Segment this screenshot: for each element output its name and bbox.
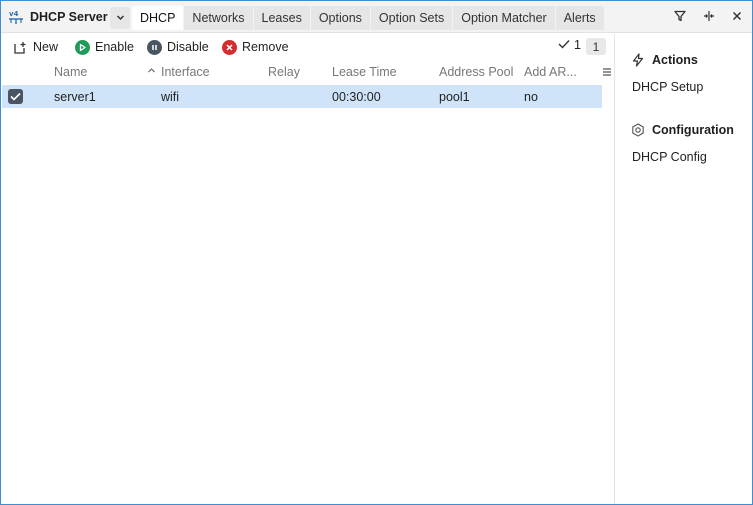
cell-name: server1 <box>54 90 96 104</box>
tab-option-matcher[interactable]: Option Matcher <box>453 6 555 30</box>
configuration-heading: Configuration <box>630 122 734 138</box>
check-icon <box>558 38 570 52</box>
new-button[interactable]: New <box>13 38 58 56</box>
actions-heading: Actions <box>630 52 698 68</box>
column-header-relay[interactable]: Relay <box>268 65 300 79</box>
cell-add-arp: no <box>524 90 538 104</box>
tab-bar: DHCP Networks Leases Options Option Sets… <box>132 6 605 30</box>
tab-alerts[interactable]: Alerts <box>555 6 604 30</box>
cell-interface: wifi <box>161 90 180 104</box>
svg-text:v4: v4 <box>9 10 19 18</box>
column-header-lease-time[interactable]: Lease Time <box>332 65 397 79</box>
selected-count-value: 1 <box>574 38 581 52</box>
column-header-interface[interactable]: Interface <box>161 65 210 79</box>
lightning-icon <box>630 52 646 68</box>
collapse-button[interactable] <box>701 9 717 25</box>
window-menu-dropdown[interactable] <box>110 7 130 29</box>
dhcp-app-icon: v4 <box>8 9 24 25</box>
collapse-icon <box>703 10 715 25</box>
enable-button[interactable]: Enable <box>75 38 134 56</box>
dhcp-setup-link[interactable]: DHCP Setup <box>632 80 703 94</box>
checkmark-icon <box>10 90 21 104</box>
chevron-down-icon <box>116 11 125 25</box>
table-row[interactable]: server1 wifi 00:30:00 pool1 no <box>2 85 602 108</box>
remove-icon <box>222 39 237 55</box>
new-icon <box>13 40 28 55</box>
tab-dhcp[interactable]: DHCP <box>132 6 184 30</box>
close-icon <box>732 10 742 24</box>
column-header-address-pool[interactable]: Address Pool <box>439 65 513 79</box>
close-button[interactable] <box>729 9 745 25</box>
enable-label: Enable <box>95 40 134 54</box>
filter-icon <box>674 10 686 25</box>
tab-option-sets[interactable]: Option Sets <box>370 6 453 30</box>
filter-button[interactable] <box>672 9 688 25</box>
settings-icon <box>630 122 646 138</box>
remove-button[interactable]: Remove <box>222 38 289 56</box>
cell-address-pool: pool1 <box>439 90 470 104</box>
cell-lease-time: 00:30:00 <box>332 90 381 104</box>
column-header-name[interactable]: Name <box>54 65 87 79</box>
disable-label: Disable <box>167 40 209 54</box>
selected-count: 1 <box>558 38 581 52</box>
new-label: New <box>33 40 59 54</box>
tab-networks[interactable]: Networks <box>184 6 253 30</box>
configuration-title: Configuration <box>652 123 734 137</box>
play-icon <box>75 39 90 55</box>
column-header-add-arp[interactable]: Add AR... <box>524 65 577 79</box>
pause-icon <box>147 39 162 55</box>
disable-button[interactable]: Disable <box>147 38 209 56</box>
column-menu-icon[interactable] <box>602 66 612 80</box>
window-title: DHCP Server <box>30 10 108 24</box>
sort-ascending-icon <box>147 64 156 78</box>
toolbar: New Enable Disable Remove 1 <box>1 34 613 60</box>
row-checkbox[interactable] <box>8 89 23 104</box>
remove-label: Remove <box>242 40 289 54</box>
total-count-badge: 1 <box>586 38 606 55</box>
dhcp-server-window: v4 DHCP Server DHCP Networks Leases Opti… <box>0 0 753 505</box>
dhcp-config-link[interactable]: DHCP Config <box>632 150 707 164</box>
tab-leases[interactable]: Leases <box>253 6 310 30</box>
tab-options[interactable]: Options <box>310 6 370 30</box>
side-panel: Actions DHCP Setup Configuration DHCP Co… <box>614 34 752 504</box>
table-header: Name Interface Relay Lease Time Address … <box>1 60 613 84</box>
title-bar: v4 DHCP Server DHCP Networks Leases Opti… <box>1 1 752 33</box>
actions-title: Actions <box>652 53 698 67</box>
